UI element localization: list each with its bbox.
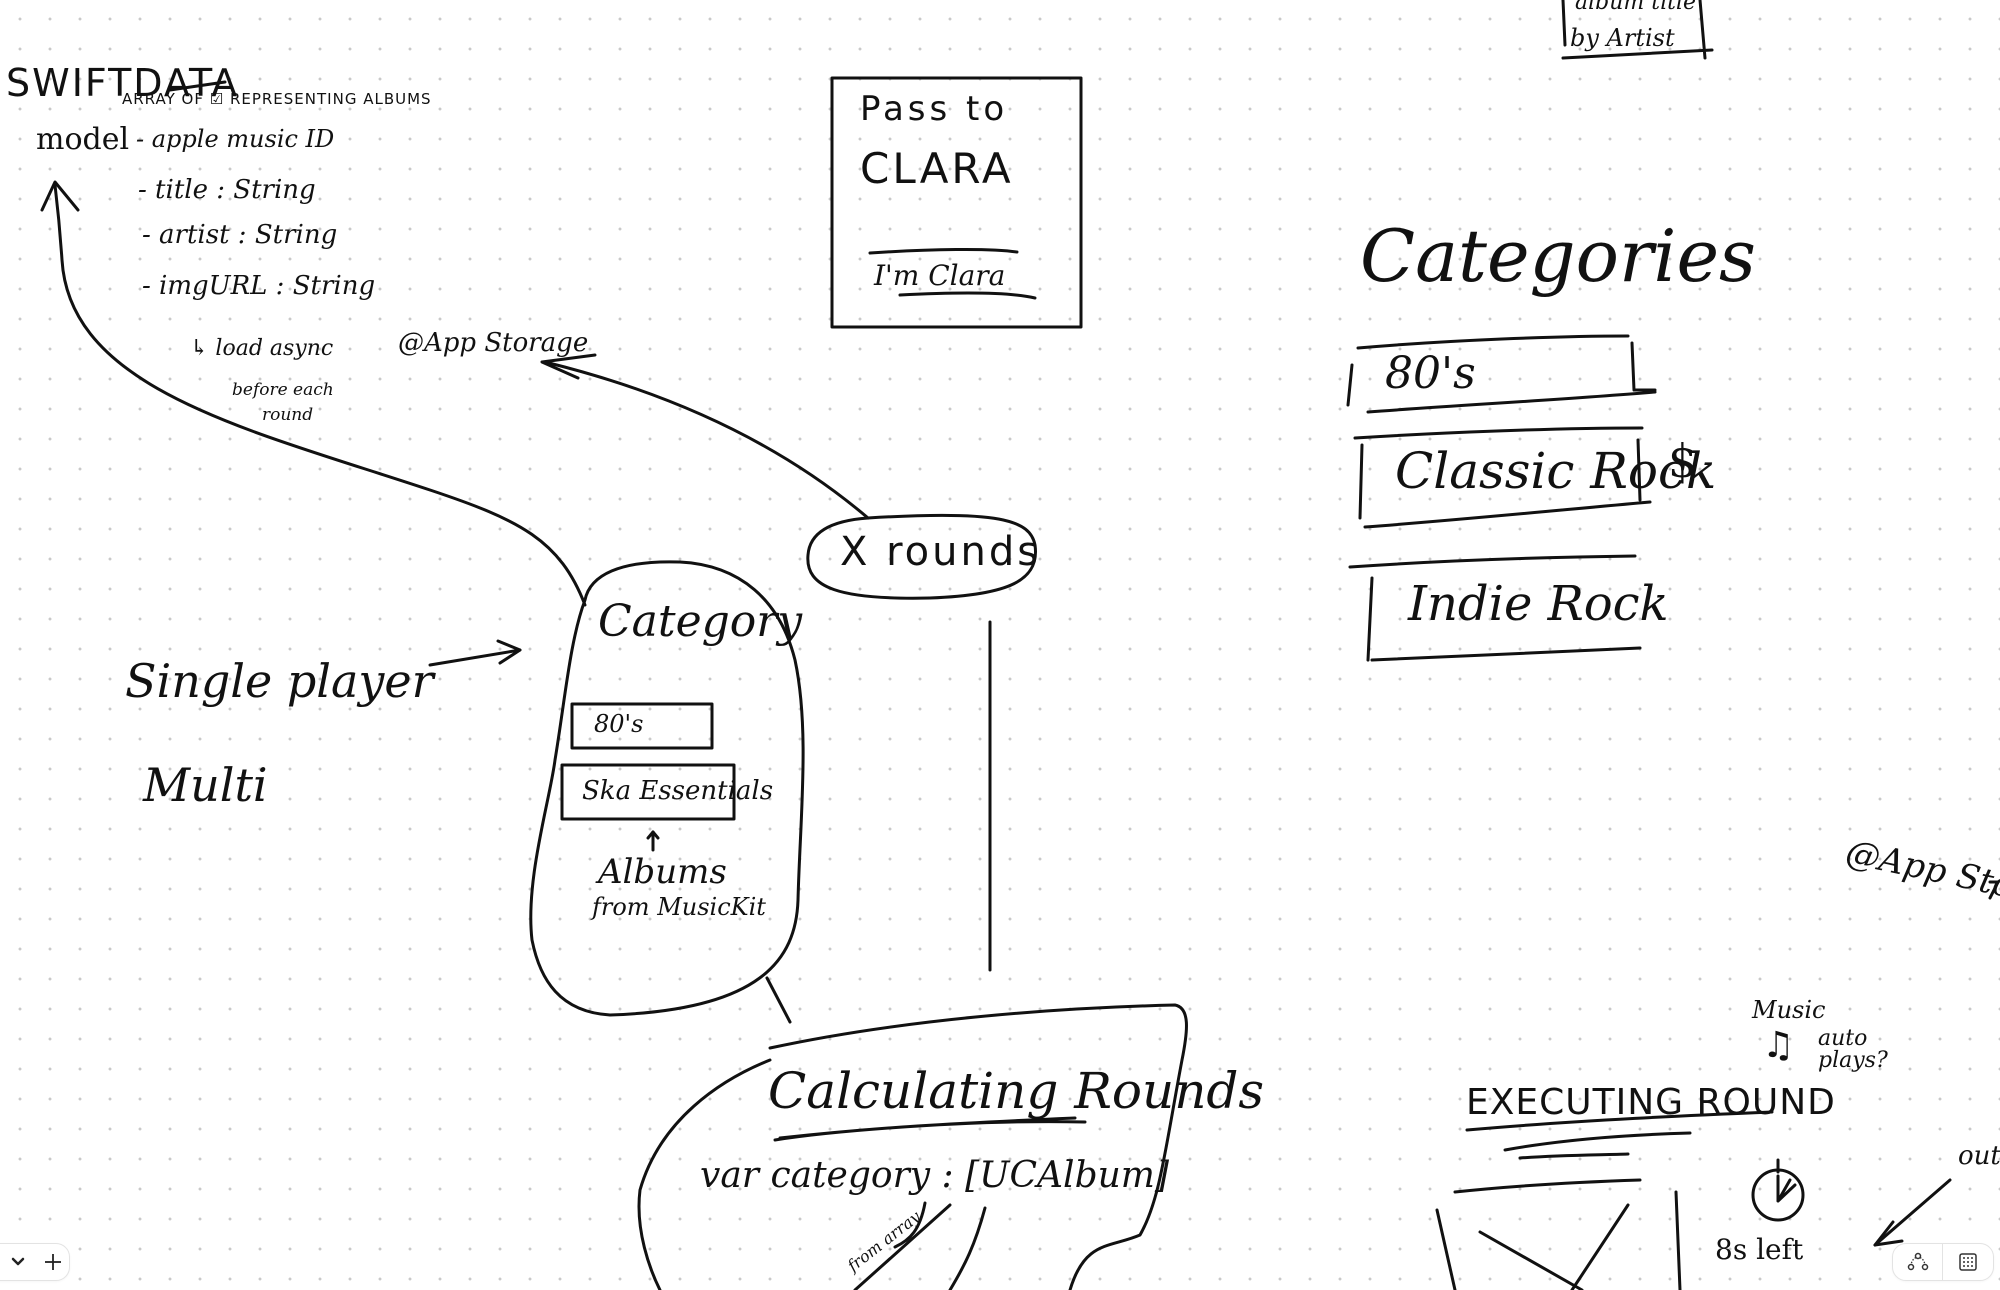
pass-card-line1: Pass to — [860, 89, 1009, 129]
grid-toggle-button[interactable] — [1943, 1244, 1992, 1280]
out-arrowhead — [1873, 1220, 1904, 1247]
categories-row3-left — [1366, 576, 1374, 662]
out-arrow-line — [1873, 1178, 1952, 1247]
category-blob-caption: from MusicKit — [592, 893, 766, 921]
swiftdata-field: - title : String — [138, 175, 316, 205]
categories-row1-top — [1356, 334, 1630, 350]
single-player-arrowhead — [496, 639, 522, 665]
freeform-canvas[interactable]: SWIFTDATA ARRAY OF ☑ REPRESENTING ALBUMS… — [0, 0, 2000, 1290]
canvas-tools-toolbar — [1892, 1243, 1994, 1281]
add-button[interactable] — [38, 1244, 70, 1280]
arrowhead-model — [40, 180, 80, 212]
category-item[interactable]: 80's — [1385, 352, 1476, 396]
categories-title: Categories — [1360, 214, 1756, 298]
multi-player-option[interactable]: Multi — [143, 762, 268, 808]
categories-row2-top — [1353, 426, 1644, 440]
category-blob-item[interactable]: Ska Essentials — [582, 778, 773, 804]
load-async-note: round — [262, 405, 314, 425]
single-player-option[interactable]: Single player — [125, 658, 434, 704]
plus-icon — [45, 1254, 62, 1270]
zoom-toolbar — [0, 1243, 70, 1281]
swiftdata-field: - imgURL : String — [142, 271, 376, 301]
exec-frame-x — [1478, 1203, 1630, 1290]
rounds-count-label[interactable]: X rounds — [840, 532, 1041, 572]
swiftdata-subtitle: ARRAY OF ☑ REPRESENTING ALBUMS — [122, 90, 432, 108]
pass-card-name: CLARA — [860, 144, 1014, 193]
exec-frame-right — [1674, 1190, 1682, 1290]
category-blob-title: Category — [598, 596, 803, 647]
pass-card-button-top — [868, 247, 1019, 255]
categories-row2-bottom — [1363, 500, 1652, 529]
exec-frame-left — [1435, 1208, 1457, 1290]
load-async-note: before each — [232, 380, 334, 400]
exec-frame-top — [1453, 1178, 1642, 1194]
categories-row3-top — [1348, 554, 1637, 569]
out-label: out — [1958, 1141, 2000, 1171]
app-storage-label-right: @App Storage — [1842, 832, 2000, 923]
calculating-rounds-annotation: from array — [843, 1206, 924, 1276]
single-player-arrow — [428, 648, 522, 667]
model-label: model — [36, 122, 130, 157]
grid-toggle-icon — [1958, 1253, 1977, 1271]
app-storage-label: @App Storage — [398, 328, 589, 358]
stopwatch-hand — [1776, 1174, 1797, 1203]
connector-nodes-icon — [1907, 1252, 1928, 1271]
premium-price-marker: $ — [1668, 434, 1698, 488]
top-right-card-title: album title — [1575, 0, 1697, 15]
top-right-card-artist: by Artist — [1570, 24, 1675, 52]
blob-to-calc-connector — [765, 976, 792, 1024]
calc-rounds-region — [637, 1003, 1188, 1290]
music-notes-icon: ♫ — [1762, 1025, 1795, 1066]
category-blob-item[interactable]: 80's — [594, 712, 643, 736]
chevron-down-icon — [12, 1257, 25, 1266]
pass-card-button-bottom — [898, 291, 1037, 300]
connector-tool-button[interactable] — [1893, 1244, 1942, 1280]
categories-row1-right — [1630, 341, 1657, 392]
calculating-rounds-title: Calculating Rounds — [768, 1062, 1265, 1120]
stopwatch-face — [1751, 1168, 1805, 1222]
categories-row3-bottom — [1370, 646, 1642, 662]
category-item[interactable]: Indie Rock — [1408, 580, 1669, 628]
time-left-label: 8s left — [1715, 1233, 1804, 1266]
category-caption-arrowhead — [646, 830, 660, 840]
arrow-rounds-to-appstorage — [543, 360, 870, 520]
calc-title-underline — [773, 1116, 1087, 1142]
executing-round-title: EXECUTING ROUND — [1466, 1082, 1836, 1123]
swiftdata-field: - artist : String — [142, 220, 338, 250]
categories-row1-left — [1346, 363, 1354, 407]
zoom-menu-button[interactable] — [0, 1244, 38, 1280]
swiftdata-field: - apple music ID — [136, 125, 335, 153]
category-blob-caption: Albums — [598, 852, 727, 892]
auto-plays-note: auto plays? — [1818, 1026, 1888, 1073]
pass-card-button[interactable]: I'm Clara — [874, 262, 1005, 290]
categories-row2-left — [1358, 443, 1364, 520]
calculating-rounds-code: var category : [UCAlbum] — [700, 1155, 1169, 1196]
arrowhead-appstorage — [540, 353, 597, 380]
load-async-note: ↳ load async — [190, 336, 334, 361]
music-label: Music — [1752, 996, 1826, 1024]
